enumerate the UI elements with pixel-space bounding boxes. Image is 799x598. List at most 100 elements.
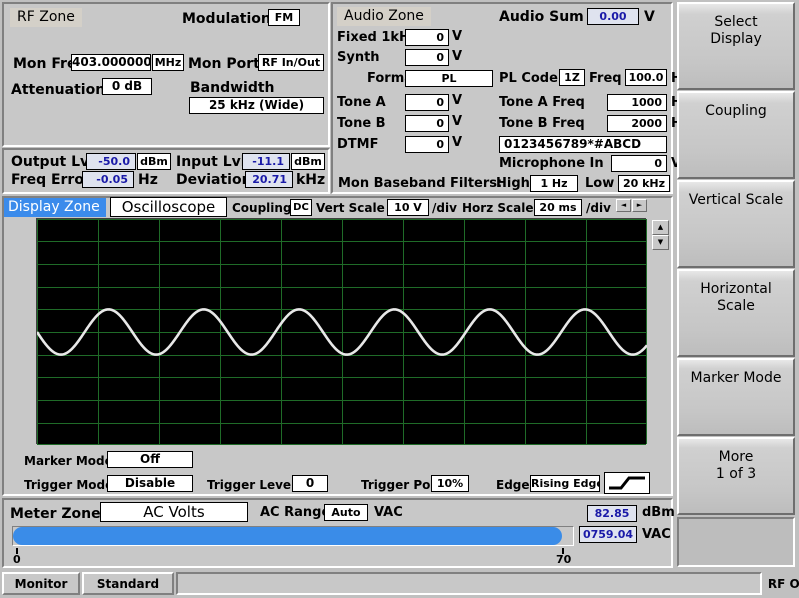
oscilloscope-display[interactable] [36, 218, 647, 445]
dtmf-value[interactable]: 0 [405, 136, 449, 153]
synth-label: Synth [337, 50, 380, 65]
display-zone-tab[interactable]: Display Zone [4, 198, 106, 217]
input-lvl-label: Input Lvl [176, 154, 246, 170]
filter-high-label: High [496, 176, 530, 191]
filter-high-value[interactable]: 1 Hz [530, 175, 578, 192]
meter-zone-panel: Meter Zone AC Volts AC Range Auto VAC 82… [2, 498, 675, 568]
format-value[interactable]: PL [405, 70, 493, 87]
dtmf-digits-field[interactable]: 0123456789*#ABCD [499, 136, 667, 153]
mon-freq-unit[interactable]: MHz [152, 54, 184, 71]
ac-range-label: AC Range [260, 505, 331, 520]
audio-zone-title: Audio Zone [337, 7, 431, 26]
rf-state-indicator: RF OFF [767, 576, 799, 591]
input-lvl-value: -11.1 [242, 153, 290, 170]
marker-mode-value[interactable]: Off [107, 451, 193, 468]
audio-sum-value: 0.00 [587, 8, 639, 25]
scroll-left-arrow-icon[interactable]: ◄ [616, 199, 631, 212]
softkey-blank-area [677, 517, 795, 567]
softkey-more[interactable]: More 1 of 3 [677, 437, 795, 515]
edge-value[interactable]: Rising Edge [530, 475, 600, 492]
softkey-coupling[interactable]: Coupling [677, 91, 795, 179]
ac-range-value[interactable]: Auto [324, 504, 368, 521]
bandwidth-value[interactable]: 25 kHz (Wide) [189, 97, 324, 114]
attenuation-value[interactable]: 0 dB [102, 78, 152, 95]
vert-scale-value[interactable]: 10 V [387, 199, 429, 216]
audio-sum-unit: V [644, 9, 655, 25]
spinner-up-icon[interactable]: ▲ [652, 220, 669, 235]
pl-freq-label: Freq [589, 71, 622, 86]
rf-zone-panel: RF Zone Modulation FM Mon Freq 403.00000… [2, 2, 330, 147]
output-lvl-value: -50.0 [86, 153, 136, 170]
output-lvl-label: Output Lvl [11, 154, 94, 170]
display-zone-panel: Display Zone Oscilloscope Coupling DC Ve… [2, 196, 673, 496]
softkey-select-display[interactable]: Select Display [677, 2, 795, 90]
meter-dbm-value: 82.85 [587, 505, 637, 522]
input-lvl-unit[interactable]: dBm [291, 153, 325, 170]
marker-mode-label: Marker Mode [24, 454, 113, 468]
mon-port-value[interactable]: RF In/Out [258, 54, 324, 71]
trigger-mode-label: Trigger Mode [24, 478, 114, 492]
trigger-level-value[interactable]: 0 [292, 475, 328, 492]
softkey-vertical-scale[interactable]: Vertical Scale [677, 180, 795, 268]
meter-vac-value: 0759.04 [579, 526, 637, 543]
microphone-in-value[interactable]: 0 [611, 155, 667, 172]
audio-zone-panel: Audio Zone Audio Sum 0.00 V Fixed 1kHz 0… [331, 2, 689, 194]
ac-range-unit: VAC [374, 505, 403, 520]
horz-scale-value[interactable]: 20 ms [534, 199, 582, 216]
spinner-down-icon[interactable]: ▼ [652, 235, 669, 250]
scroll-right-arrow-icon[interactable]: ► [632, 199, 647, 212]
scale-min-label: 0 [13, 553, 21, 566]
synth-unit: V [452, 49, 463, 64]
tone-b-value[interactable]: 0 [405, 115, 449, 132]
display-mode-value[interactable]: Oscilloscope [110, 197, 227, 217]
rf-zone-title: RF Zone [10, 8, 82, 27]
trigger-pos-label: Trigger Pos [361, 478, 438, 492]
tone-b-freq-label: Tone B Freq [499, 116, 585, 131]
pl-code-value[interactable]: 1Z [559, 69, 585, 86]
status-monitor-button[interactable]: Monitor [2, 572, 80, 595]
tone-b-freq-value[interactable]: 2000 [607, 115, 667, 132]
tone-a-value[interactable]: 0 [405, 94, 449, 111]
horz-per-div-label: /div [586, 201, 611, 215]
horz-scale-label: Horz Scale [462, 201, 534, 215]
tone-a-unit: V [452, 93, 463, 108]
scale-max-label: 70 [556, 553, 572, 566]
attenuation-label: Attenuation [11, 82, 106, 98]
coupling-value[interactable]: DC [290, 199, 312, 216]
microphone-in-label: Microphone In [499, 156, 604, 171]
dtmf-label: DTMF [337, 137, 379, 152]
freq-error-label: Freq Error [11, 172, 91, 188]
fixed-1khz-unit: V [452, 29, 463, 44]
rising-edge-icon[interactable] [604, 472, 650, 494]
filter-low-label: Low [585, 176, 615, 191]
vertical-position-spinner[interactable]: ▲ ▼ [652, 220, 669, 250]
freq-error-value: -0.05 [82, 171, 134, 188]
trigger-mode-value[interactable]: Disable [107, 475, 193, 492]
meter-bar [12, 526, 574, 546]
pl-freq-value[interactable]: 100.0 [625, 69, 667, 86]
meter-vac-unit: VAC [642, 527, 671, 542]
synth-value[interactable]: 0 [405, 49, 449, 66]
pl-code-label: PL Code [499, 71, 558, 86]
filter-low-value[interactable]: 20 kHz [618, 175, 670, 192]
tone-a-freq-value[interactable]: 1000 [607, 94, 667, 111]
modulation-value[interactable]: FM [268, 9, 300, 26]
vert-scale-label: Vert Scale [316, 201, 385, 215]
deviation-value: 20.71 [245, 171, 293, 188]
trigger-pos-value[interactable]: 10% [431, 475, 469, 492]
output-lvl-unit[interactable]: dBm [137, 153, 171, 170]
softkey-horizontal-scale[interactable]: Horizontal Scale [677, 269, 795, 357]
mon-port-label: Mon Port [188, 56, 260, 72]
deviation-unit: kHz [296, 172, 326, 188]
edge-label: Edge [496, 478, 530, 492]
rf-meters-panel: Output Lvl -50.0 dBm Input Lvl -11.1 dBm… [2, 148, 330, 194]
tone-b-label: Tone B [337, 116, 386, 131]
softkey-marker-mode[interactable]: Marker Mode [677, 358, 795, 436]
fixed-1khz-value[interactable]: 0 [405, 29, 449, 46]
meter-mode-value[interactable]: AC Volts [100, 502, 248, 522]
freq-error-unit: Hz [138, 172, 158, 188]
trigger-level-label: Trigger Level [207, 478, 296, 492]
mon-freq-value[interactable]: 403.000000 [71, 54, 151, 71]
bandwidth-label: Bandwidth [190, 80, 275, 96]
status-standard-button[interactable]: Standard [82, 572, 174, 595]
